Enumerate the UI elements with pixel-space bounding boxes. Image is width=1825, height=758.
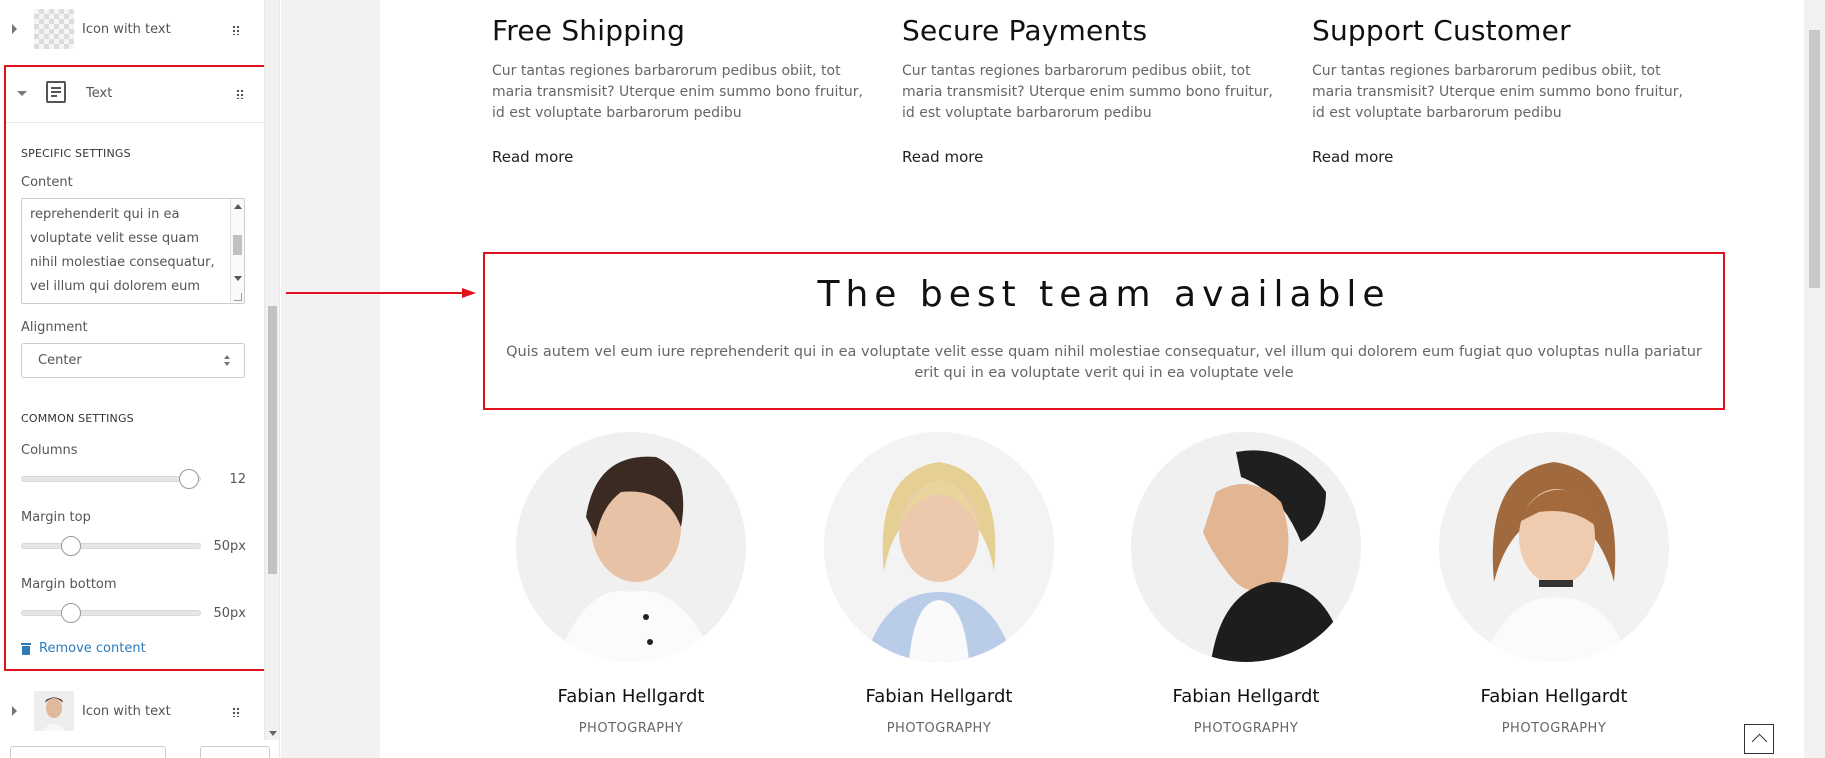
alignment-select[interactable]: Center [21,343,245,378]
block-item-label: Icon with text [82,22,171,37]
remove-content-link[interactable]: Remove content [21,641,146,656]
team-heading: The best team available [817,274,1391,315]
member-role: PHOTOGRAPHY [886,721,992,736]
content-text[interactable]: reprehenderit qui in ea voluptate velit … [30,203,222,303]
margin-top-value: 50px [213,539,247,554]
member-name: Fabian Hellgardt [865,686,1013,707]
columns-label: Columns [21,443,78,458]
scroll-to-top-button[interactable] [1744,724,1774,754]
block-item-icon-with-text[interactable]: Icon with text [0,0,264,58]
alignment-value: Center [38,353,82,368]
member-role: PHOTOGRAPHY [578,721,684,736]
remove-content-label: Remove content [39,641,146,656]
preview-scrollbar[interactable] [1804,0,1825,758]
team-member-card: Fabian Hellgardt PHOTOGRAPHY [824,432,1054,736]
block-thumbnail [34,691,74,731]
member-name: Fabian Hellgardt [557,686,705,707]
specific-settings-heading: SPECIFIC SETTINGS [21,147,131,160]
team-member-card: Fabian Hellgardt PHOTOGRAPHY [1439,432,1669,736]
common-settings-heading: COMMON SETTINGS [21,412,134,425]
panel-footer-stepper[interactable] [200,746,270,758]
feature-title: Support Customer [1312,14,1571,47]
avatar [1439,432,1669,662]
margin-bottom-value: 50px [213,606,247,621]
feature-title: Secure Payments [902,14,1148,47]
panel-scrollbar[interactable] [264,0,279,740]
block-item-icon-with-text[interactable]: Icon with text [0,682,264,740]
slider-knob[interactable] [179,469,199,489]
feature-text: Cur tantas regiones barbarorum pedibus o… [1312,63,1683,121]
content-textarea[interactable]: reprehenderit qui in ea voluptate velit … [21,198,245,304]
collapse-caret-icon[interactable] [17,91,27,96]
text-document-icon [46,81,66,103]
preview-scroll-thumb[interactable] [1809,30,1820,288]
panel-scroll-thumb[interactable] [268,306,277,574]
columns-value: 12 [229,472,246,487]
slider-track[interactable] [21,610,201,616]
resize-grip-icon[interactable] [234,293,242,301]
read-more-link[interactable]: Read more [1312,148,1393,166]
annotation-arrow-icon [286,288,476,298]
avatar [1131,432,1361,662]
drag-handle-icon[interactable] [236,89,244,99]
team-description: Quis autem vel eum iure reprehenderit qu… [506,344,1702,381]
content-label: Content [21,175,73,190]
slider-track[interactable] [21,543,201,549]
expand-caret-icon[interactable] [12,706,17,716]
columns-slider[interactable] [21,467,201,491]
text-block-settings: Text SPECIFIC SETTINGS Content reprehend… [4,65,264,671]
margin-top-label: Margin top [21,510,91,525]
member-role: PHOTOGRAPHY [1193,721,1299,736]
team-member-card: Fabian Hellgardt PHOTOGRAPHY [516,432,746,736]
alignment-label: Alignment [21,320,88,335]
text-block-label: Text [86,86,113,101]
feature-text: Cur tantas regiones barbarorum pedibus o… [492,63,863,121]
textarea-scroll-thumb[interactable] [233,235,242,255]
read-more-link[interactable]: Read more [492,148,573,166]
trash-icon [21,642,31,655]
textarea-scrollbar[interactable] [230,199,244,303]
member-name: Fabian Hellgardt [1172,686,1320,707]
text-block-header[interactable]: Text [6,67,264,123]
avatar [824,432,1054,662]
select-arrows-icon [224,355,232,367]
scroll-down-arrow-icon[interactable] [269,731,277,736]
member-name: Fabian Hellgardt [1480,686,1628,707]
feature-free-shipping: Free Shipping Cur tantas regiones barbar… [492,14,872,166]
team-member-card: Fabian Hellgardt PHOTOGRAPHY [1131,432,1361,736]
block-thumbnail [34,9,74,49]
feature-title: Free Shipping [492,14,686,47]
margin-bottom-label: Margin bottom [21,577,117,592]
feature-text: Cur tantas regiones barbarorum pedibus o… [902,63,1273,121]
drag-handle-icon[interactable] [232,25,240,35]
read-more-link[interactable]: Read more [902,148,983,166]
editor-panel: Icon with text Text SPECIFIC SETTINGS Co… [0,0,280,758]
slider-knob[interactable] [61,603,81,623]
feature-support-customer: Support Customer Cur tantas regiones bar… [1312,14,1692,166]
slider-knob[interactable] [61,536,81,556]
expand-caret-icon[interactable] [12,24,17,34]
slider-track[interactable] [21,476,201,482]
drag-handle-icon[interactable] [232,707,240,717]
feature-secure-payments: Secure Payments Cur tantas regiones barb… [902,14,1282,166]
member-role: PHOTOGRAPHY [1501,721,1607,736]
avatar [516,432,746,662]
block-item-label: Icon with text [82,704,171,719]
margin-bottom-slider[interactable] [21,601,201,625]
panel-footer-control[interactable] [10,746,166,758]
scroll-up-arrow-icon[interactable] [234,204,242,209]
margin-top-slider[interactable] [21,534,201,558]
team-text-block[interactable]: The best team available Quis autem vel e… [483,252,1725,410]
scroll-down-arrow-icon[interactable] [234,276,242,281]
panel-scroll-area[interactable]: Icon with text Text SPECIFIC SETTINGS Co… [0,0,264,740]
